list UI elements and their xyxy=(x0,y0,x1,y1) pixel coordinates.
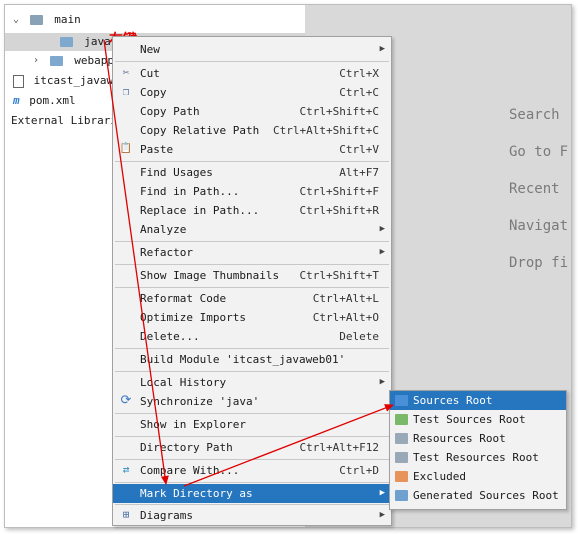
copy-icon: ❐ xyxy=(122,85,130,98)
menu-item-optimize-imports[interactable]: Optimize Imports Ctrl+Alt+O xyxy=(113,308,391,327)
editor-hint: Drop fi xyxy=(509,255,569,271)
context-menu: New ▶ ✂ Cut Ctrl+X ❐ Copy Ctrl+C Copy Path Ctr… xyxy=(112,36,392,526)
submenu-item-test-resources-root[interactable]: Test Resources Root xyxy=(390,448,566,467)
submenu-item-resources-root[interactable]: Resources Root xyxy=(390,429,566,448)
menu-item-compare-with[interactable]: ⇄ Compare With... Ctrl+D xyxy=(113,461,391,480)
editor-hint: Recent xyxy=(509,181,560,197)
chevron-right-icon: ▶ xyxy=(379,377,385,387)
menu-item-diagrams[interactable]: ⊞ Diagrams ▶ xyxy=(113,506,391,525)
menu-item-find-in-path[interactable]: Find in Path... Ctrl+Shift+F xyxy=(113,182,391,201)
chevron-right-icon[interactable]: › xyxy=(33,52,43,70)
sync-icon: ⟳ xyxy=(120,393,132,408)
folder-icon xyxy=(59,37,73,47)
menu-item-show-in-explorer[interactable]: Show in Explorer xyxy=(113,415,391,434)
mark-directory-submenu: Sources Root Test Sources Root Resources… xyxy=(389,390,567,510)
diagram-icon: ⊞ xyxy=(122,508,130,521)
chevron-right-icon: ▶ xyxy=(379,488,385,498)
menu-item-paste[interactable]: 📋 Paste Ctrl+V xyxy=(113,140,391,159)
test-resources-folder-icon xyxy=(395,452,408,463)
menu-item-cut[interactable]: ✂ Cut Ctrl+X xyxy=(113,64,391,83)
menu-item-find-usages[interactable]: Find Usages Alt+F7 xyxy=(113,163,391,182)
tree-item-webapp[interactable]: › webapp xyxy=(33,52,114,70)
menu-item-analyze[interactable]: Analyze ▶ xyxy=(113,220,391,239)
menu-item-synchronize[interactable]: ⟳ Synchronize 'java' xyxy=(113,392,391,411)
folder-icon xyxy=(29,15,43,25)
tree-item-main[interactable]: ⌄ main xyxy=(13,11,81,29)
sources-root-folder-icon xyxy=(395,395,408,406)
compare-icon: ⇄ xyxy=(122,463,130,476)
submenu-item-excluded[interactable]: Excluded xyxy=(390,467,566,486)
menu-item-build-module[interactable]: Build Module 'itcast_javaweb01' xyxy=(113,350,391,369)
editor-hint: Navigat xyxy=(509,218,569,234)
scissors-icon: ✂ xyxy=(122,66,130,79)
tree-item-pom[interactable]: m pom.xml xyxy=(13,92,76,110)
paste-icon: 📋 xyxy=(119,143,133,154)
chevron-right-icon: ▶ xyxy=(379,510,385,520)
module-file-icon xyxy=(13,74,24,88)
submenu-item-sources-root[interactable]: Sources Root xyxy=(390,391,566,410)
menu-item-show-image-thumbnails[interactable]: Show Image Thumbnails Ctrl+Shift+T xyxy=(113,266,391,285)
menu-item-new[interactable]: New ▶ xyxy=(113,40,391,59)
menu-item-local-history[interactable]: Local History ▶ xyxy=(113,373,391,392)
submenu-item-generated-sources-root[interactable]: Generated Sources Root xyxy=(390,486,566,505)
chevron-down-icon[interactable]: ⌄ xyxy=(13,11,23,29)
resources-folder-icon xyxy=(395,433,408,444)
menu-item-directory-path[interactable]: Directory Path Ctrl+Alt+F12 xyxy=(113,438,391,457)
tree-item-module[interactable]: itcast_javaweb xyxy=(13,72,126,90)
chevron-right-icon: ▶ xyxy=(379,44,385,54)
menu-item-copy[interactable]: ❐ Copy Ctrl+C xyxy=(113,83,391,102)
excluded-folder-icon xyxy=(395,471,408,482)
editor-hint: Go to F xyxy=(509,144,569,160)
menu-item-replace-in-path[interactable]: Replace in Path... Ctrl+Shift+R xyxy=(113,201,391,220)
chevron-right-icon: ▶ xyxy=(379,247,385,257)
chevron-right-icon: ▶ xyxy=(379,224,385,234)
web-folder-icon xyxy=(49,56,63,66)
menu-item-copy-path[interactable]: Copy Path Ctrl+Shift+C xyxy=(113,102,391,121)
test-sources-folder-icon xyxy=(395,414,408,425)
menu-item-delete[interactable]: Delete... Delete xyxy=(113,327,391,346)
maven-icon: m xyxy=(13,94,20,107)
menu-item-copy-relative-path[interactable]: Copy Relative Path Ctrl+Alt+Shift+C xyxy=(113,121,391,140)
menu-item-mark-directory-as[interactable]: Mark Directory as ▶ xyxy=(113,484,391,503)
editor-hint: Search xyxy=(509,107,560,123)
menu-item-refactor[interactable]: Refactor ▶ xyxy=(113,243,391,262)
submenu-item-test-sources-root[interactable]: Test Sources Root xyxy=(390,410,566,429)
generated-sources-folder-icon xyxy=(395,490,408,501)
menu-item-reformat-code[interactable]: Reformat Code Ctrl+Alt+L xyxy=(113,289,391,308)
